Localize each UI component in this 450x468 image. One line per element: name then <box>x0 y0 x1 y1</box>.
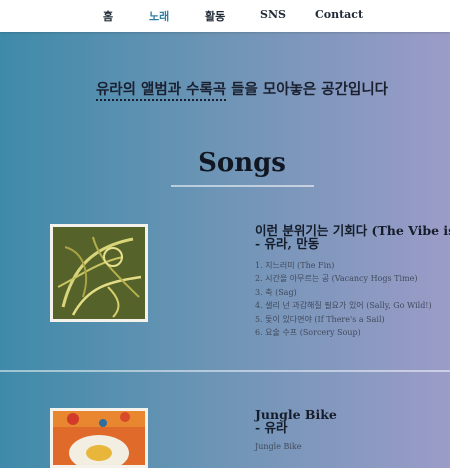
intro-text: 유라의 앨범과 수록곡 들을 모아놓은 공간입니다 <box>0 78 450 101</box>
section-divider <box>0 370 450 372</box>
intro-rest: 들을 모아놓은 공간입니다 <box>226 81 389 98</box>
album-cover-vibe[interactable] <box>50 224 148 322</box>
track-item[interactable]: 5. 돛이 있다면야 (If There's a Sail) <box>255 313 432 326</box>
album-artist-line: - 유라, 만동 <box>255 236 320 251</box>
nav-home[interactable]: 홈 <box>103 8 113 24</box>
track-item[interactable]: 4. 샐리 넌 과감해질 필요가 있어 (Sally, Go Wild!) <box>255 299 432 312</box>
track-item[interactable]: 3. 축 (Sag) <box>255 286 432 299</box>
album-artist-line: - 유라 <box>255 420 288 435</box>
nav-activities[interactable]: 활동 <box>205 8 225 24</box>
track-item[interactable]: 1. 지느러미 (The Fin) <box>255 259 432 272</box>
nav-songs[interactable]: 노래 <box>149 8 169 24</box>
album-cover-jungle-bike[interactable] <box>50 408 148 468</box>
songs-heading: Songs <box>198 148 286 178</box>
top-navbar: 홈 노래 활동 SNS Contact <box>0 0 450 32</box>
album-title-vibe[interactable]: 이런 분위기는 기회다 (The Vibe is a - 유라, 만동 <box>255 224 450 250</box>
track-item[interactable]: 2. 시간을 아무르는 공 (Vacancy Hogs Time) <box>255 272 432 285</box>
tracklist-vibe: 1. 지느러미 (The Fin) 2. 시간을 아무르는 공 (Vacancy… <box>255 259 432 339</box>
album-art-image <box>53 227 145 319</box>
track-item[interactable]: 6. 요술 수프 (Sorcery Soup) <box>255 326 432 339</box>
nav-sns[interactable]: SNS <box>260 8 286 21</box>
intro-highlight: 유라의 앨범과 수록곡 <box>95 81 227 101</box>
album-art-image <box>53 411 145 465</box>
nav-contact[interactable]: Contact <box>315 8 363 21</box>
album-title-jungle-bike[interactable]: Jungle Bike - 유라 <box>255 408 337 434</box>
heading-underline <box>171 185 314 187</box>
